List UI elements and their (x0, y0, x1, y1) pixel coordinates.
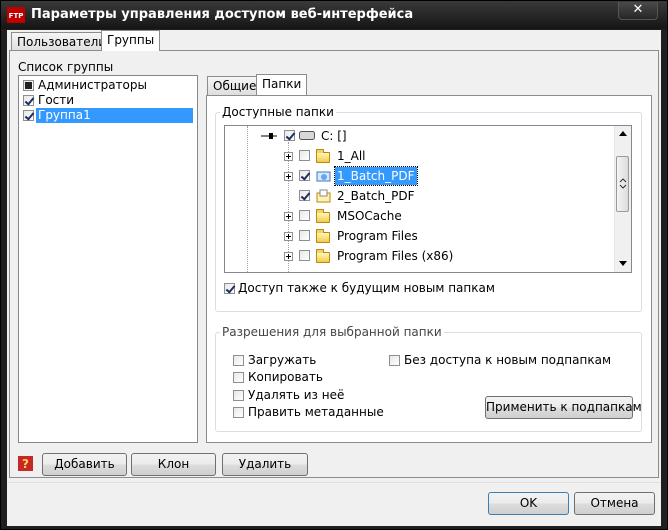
tree-node-folder[interactable]: 1_All (283, 147, 483, 165)
tree-node-root[interactable]: C: [] (261, 127, 461, 145)
svg-text:?: ? (22, 457, 29, 471)
tree-node-folder[interactable]: Program Files (283, 227, 483, 245)
apply-to-subfolders-button[interactable]: Применить к подпапкам (485, 396, 642, 419)
expand-icon[interactable] (284, 152, 293, 161)
available-folders-group: Доступные папки C: [] 1_All 1_Batch_PDF … (215, 105, 642, 312)
tab-folders[interactable]: Папки (256, 74, 308, 95)
expand-icon[interactable] (284, 252, 293, 261)
group-checkbox[interactable] (23, 110, 34, 121)
group-list-label: Список группы (18, 60, 114, 74)
drive-icon (299, 131, 315, 140)
upload-checkbox[interactable] (233, 355, 244, 366)
tree-node-folder[interactable]: MSOCache (283, 207, 483, 225)
future-access-checkbox[interactable] (224, 283, 235, 294)
folder-icon (316, 229, 330, 243)
drive-plug-icon (261, 133, 277, 139)
future-access-label: Доступ также к будущим новым папкам (238, 281, 495, 295)
group-item-guests[interactable]: Гости (21, 93, 195, 108)
tree-node-folder[interactable]: 1_Batch_PDF (283, 166, 483, 186)
scroll-up-icon[interactable] (619, 131, 627, 136)
scroll-down-icon[interactable] (619, 261, 627, 266)
folder-icon (316, 249, 330, 263)
dialog-window: FTP Параметры управления доступом веб-ин… (0, 0, 668, 530)
folders-tab-panel: Доступные папки C: [] 1_All 1_Batch_PDF … (206, 95, 652, 443)
shared-folder-icon (316, 189, 331, 203)
scroll-grip-icon (619, 178, 627, 189)
close-button[interactable]: ✕ (618, 2, 658, 20)
app-icon: FTP (7, 7, 25, 23)
folder-tree[interactable]: C: [] 1_All 1_Batch_PDF 2_Batch_PDF MSOC… (224, 125, 632, 273)
groups-tab-panel: Список группы Администраторы Гости Групп… (9, 50, 659, 478)
add-group-button[interactable]: Добавить (42, 453, 127, 476)
permissions-group: Разрешения для выбранной папки Загружать… (215, 325, 642, 432)
svg-text:FTP: FTP (9, 12, 24, 20)
window-title: Параметры управления доступом веб-интерф… (31, 7, 414, 22)
tree-scrollbar[interactable] (614, 126, 631, 272)
expand-icon[interactable] (284, 172, 293, 181)
group-item-group1[interactable]: Группа1 (21, 108, 195, 123)
edit-metadata-checkbox[interactable] (233, 407, 244, 418)
edit-metadata-label: Править метаданные (248, 405, 384, 419)
group-listbox[interactable]: Администраторы Гости Группа1 (18, 75, 198, 443)
help-icon[interactable]: ? (18, 456, 33, 471)
title-bar[interactable]: FTP Параметры управления доступом веб-ин… (1, 1, 667, 29)
tab-groups[interactable]: Группы (101, 30, 161, 51)
folder-checkbox[interactable] (299, 190, 310, 201)
ok-button[interactable]: OK (488, 492, 569, 515)
no-new-subfolders-checkbox[interactable] (389, 355, 400, 366)
copy-label: Копировать (248, 370, 323, 384)
tree-node-folder[interactable]: 2_Batch_PDF (283, 187, 483, 205)
folder-checkbox[interactable] (299, 230, 310, 241)
delete-group-button[interactable]: Удалить (222, 453, 308, 476)
folder-checkbox[interactable] (299, 170, 310, 181)
no-new-subfolders-label: Без доступа к новым подпапкам (404, 353, 611, 367)
group-checkbox[interactable] (23, 95, 34, 106)
delete-label: Удалять из неё (248, 388, 345, 402)
scroll-thumb[interactable] (616, 156, 629, 212)
expand-icon[interactable] (284, 212, 293, 221)
delete-checkbox[interactable] (233, 390, 244, 401)
cancel-button[interactable]: Отмена (574, 492, 655, 515)
copy-checkbox[interactable] (233, 372, 244, 383)
group-checkbox[interactable] (23, 80, 34, 91)
dialog-client: Пользователи Группы Список группы Админи… (7, 30, 661, 526)
folder-checkbox[interactable] (299, 150, 310, 161)
folder-checkbox[interactable] (299, 250, 310, 261)
available-folders-title: Доступные папки (220, 105, 336, 119)
permissions-title: Разрешения для выбранной папки (220, 325, 444, 339)
tree-node-folder[interactable]: Program Files (x86) (283, 247, 483, 265)
folder-checkbox[interactable] (299, 210, 310, 221)
tree-guide (247, 126, 248, 272)
tab-general[interactable]: Общие (207, 76, 263, 95)
clone-group-button[interactable]: Клон (131, 453, 216, 476)
shared-folder-icon (316, 171, 331, 182)
folder-icon (316, 209, 330, 223)
close-icon: ✕ (632, 2, 644, 17)
folder-checkbox[interactable] (284, 130, 295, 141)
tab-users[interactable]: Пользователи (11, 32, 113, 51)
group-item-admins[interactable]: Администраторы (21, 78, 195, 93)
upload-label: Загружать (248, 353, 317, 367)
folder-icon (316, 149, 330, 163)
expand-icon[interactable] (284, 232, 293, 241)
